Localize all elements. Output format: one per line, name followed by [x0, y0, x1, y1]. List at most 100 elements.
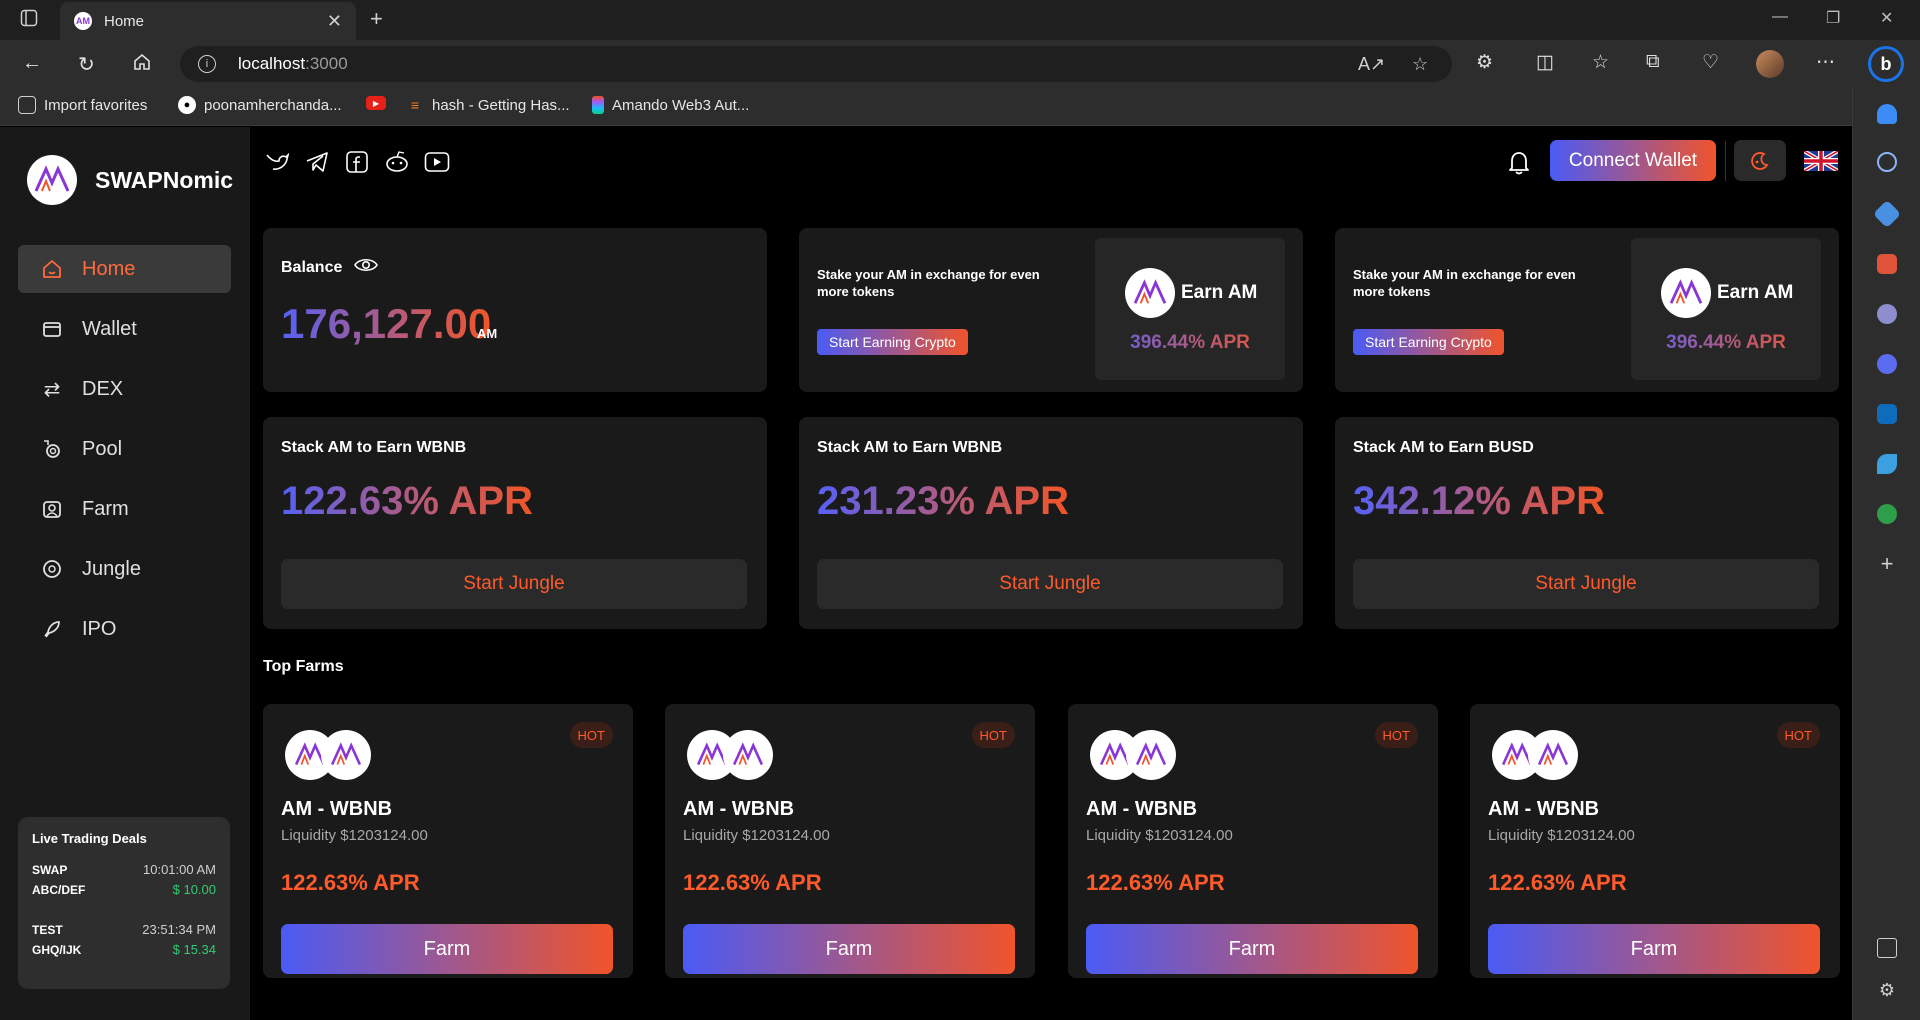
pool-icon: [40, 437, 64, 461]
notifications-rail-icon[interactable]: [1877, 104, 1897, 124]
favorite-github[interactable]: ● poonamherchanda...: [178, 96, 342, 114]
restore-icon[interactable]: ❐: [1826, 8, 1840, 28]
deal-type: TEST: [32, 923, 63, 937]
favorite-import[interactable]: Import favorites: [18, 96, 147, 114]
favorite-star-icon[interactable]: ☆: [1412, 54, 1428, 75]
app-root: SWAPNomic Home Wallet ⇄ DEX Pool Farm Ju…: [0, 127, 1852, 1020]
sidebar-item-pool[interactable]: Pool: [18, 425, 231, 473]
farm-button[interactable]: Farm: [281, 924, 613, 974]
favorite-hash[interactable]: ≡ hash - Getting Has...: [406, 96, 570, 114]
connect-wallet-button[interactable]: Connect Wallet: [1550, 140, 1716, 181]
am-logo: [1661, 268, 1711, 318]
deal-time: 10:01:00 AM: [143, 862, 216, 877]
github-icon: ●: [178, 96, 196, 114]
tools-rail-icon[interactable]: [1877, 254, 1897, 274]
browser-essentials-icon[interactable]: ♡: [1702, 51, 1719, 74]
sidebar-item-farm[interactable]: Farm: [18, 485, 231, 533]
minimize-icon[interactable]: —: [1772, 8, 1788, 26]
site-info-icon[interactable]: i: [198, 55, 216, 73]
outlook-rail-icon[interactable]: [1877, 404, 1897, 424]
home-icon: [40, 257, 64, 281]
sidebar-item-label: Home: [82, 257, 136, 280]
theme-toggle-icon[interactable]: [1734, 140, 1786, 181]
reddit-icon[interactable]: [384, 149, 410, 175]
send-rail-icon[interactable]: [1877, 454, 1897, 474]
browser-tab-bar: AM Home ✕ + — ❐ ✕: [0, 0, 1920, 40]
farm-liquidity: Liquidity $1203124.00: [281, 827, 428, 844]
back-icon[interactable]: ←: [22, 52, 42, 75]
deal-time: 23:51:34 PM: [142, 922, 216, 937]
am-logo: [1126, 730, 1176, 780]
youtube-icon[interactable]: [424, 149, 450, 175]
search-rail-icon[interactable]: [1877, 152, 1897, 172]
farm-card: HOT AM - WBNB Liquidity $1203124.00 122.…: [1470, 704, 1840, 978]
settings-rail-icon[interactable]: ⚙: [1877, 980, 1897, 1000]
deal-amount: $ 10.00: [172, 882, 216, 897]
profile-avatar[interactable]: [1756, 50, 1784, 78]
farm-button[interactable]: Farm: [683, 924, 1015, 974]
window-close-icon[interactable]: ✕: [1880, 8, 1893, 28]
am-logo: [1528, 730, 1578, 780]
deal-row[interactable]: TEST GHQ/IJK 23:51:34 PM $ 15.34: [32, 920, 216, 960]
tab-close-icon[interactable]: ✕: [327, 11, 342, 32]
read-aloud-icon[interactable]: A↗: [1358, 54, 1385, 75]
sidebar-item-ipo[interactable]: IPO: [18, 605, 231, 653]
copilot-rail-icon[interactable]: [1877, 354, 1897, 374]
am-logo: [1125, 268, 1175, 318]
farm-button[interactable]: Farm: [1086, 924, 1418, 974]
home-browser-icon[interactable]: [132, 52, 152, 78]
jungle-apr: 122.63% APR: [281, 479, 533, 523]
sidebar-item-wallet[interactable]: Wallet: [18, 305, 231, 353]
sidebar-item-home[interactable]: Home: [18, 245, 231, 293]
farm-card: HOT AM - WBNB Liquidity $1203124.00 122.…: [665, 704, 1035, 978]
url-field[interactable]: i localhost:3000 A↗ ☆: [180, 46, 1452, 82]
uk-flag-icon[interactable]: [1802, 149, 1840, 173]
more-menu-icon[interactable]: ⋯: [1816, 51, 1835, 74]
favorite-label: Amando Web3 Aut...: [612, 96, 750, 114]
shopping-rail-icon[interactable]: [1872, 199, 1902, 229]
deal-row[interactable]: SWAP ABC/DEF 10:01:00 AM $ 10.00: [32, 860, 216, 900]
collections-icon[interactable]: ⧉: [1646, 51, 1660, 73]
add-rail-icon[interactable]: +: [1877, 553, 1897, 575]
start-earning-button[interactable]: Start Earning Crypto: [817, 329, 968, 355]
earn-label: Earn AM: [1717, 282, 1794, 303]
sidebar-item-jungle[interactable]: Jungle: [18, 545, 231, 593]
twitter-icon[interactable]: [264, 149, 290, 175]
farm-pair-name: AM - WBNB: [281, 798, 393, 820]
facebook-icon[interactable]: [344, 149, 370, 175]
farm-button[interactable]: Farm: [1488, 924, 1820, 974]
tree-rail-icon[interactable]: [1877, 504, 1897, 524]
brand-name: SWAPNomic: [95, 166, 234, 193]
jungle-card: Stack AM to Earn WBNB 122.63% APR Start …: [263, 417, 767, 629]
copilot-icon[interactable]: b: [1868, 46, 1904, 82]
notification-bell-icon[interactable]: [1504, 147, 1534, 177]
hide-sidebar-icon[interactable]: [1877, 938, 1897, 958]
browser-tab-home[interactable]: AM Home ✕: [60, 2, 356, 40]
farm-liquidity: Liquidity $1203124.00: [1086, 827, 1233, 844]
jungle-apr: 342.12% APR: [1353, 479, 1605, 523]
start-jungle-button[interactable]: Start Jungle: [1353, 559, 1819, 609]
tab-actions-icon[interactable]: [20, 9, 38, 32]
jungle-apr: 231.23% APR: [817, 479, 1069, 523]
refresh-icon[interactable]: ↻: [78, 52, 95, 77]
telegram-icon[interactable]: [304, 149, 330, 175]
sidebar: SWAPNomic Home Wallet ⇄ DEX Pool Farm Ju…: [0, 127, 250, 1020]
farm-liquidity: Liquidity $1203124.00: [1488, 827, 1635, 844]
new-tab-icon[interactable]: +: [370, 6, 383, 32]
hot-badge: HOT: [1374, 722, 1418, 748]
extensions-icon[interactable]: ⚙: [1476, 51, 1493, 74]
favorite-youtube[interactable]: ▶: [366, 96, 386, 110]
deal-pair: ABC/DEF: [32, 883, 86, 897]
brand[interactable]: SWAPNomic: [27, 155, 233, 205]
start-jungle-button[interactable]: Start Jungle: [817, 559, 1283, 609]
favorites-icon[interactable]: ☆: [1592, 51, 1609, 74]
top-farms-title: Top Farms: [263, 658, 344, 675]
url-host: localhost: [238, 54, 306, 73]
start-jungle-button[interactable]: Start Jungle: [281, 559, 747, 609]
start-earning-button[interactable]: Start Earning Crypto: [1353, 329, 1504, 355]
favorite-figma[interactable]: Amando Web3 Aut...: [592, 96, 749, 114]
eye-icon[interactable]: [354, 256, 379, 279]
games-rail-icon[interactable]: [1877, 304, 1897, 324]
sidebar-item-dex[interactable]: ⇄ DEX: [18, 365, 231, 413]
split-screen-icon[interactable]: ◫: [1536, 51, 1554, 74]
